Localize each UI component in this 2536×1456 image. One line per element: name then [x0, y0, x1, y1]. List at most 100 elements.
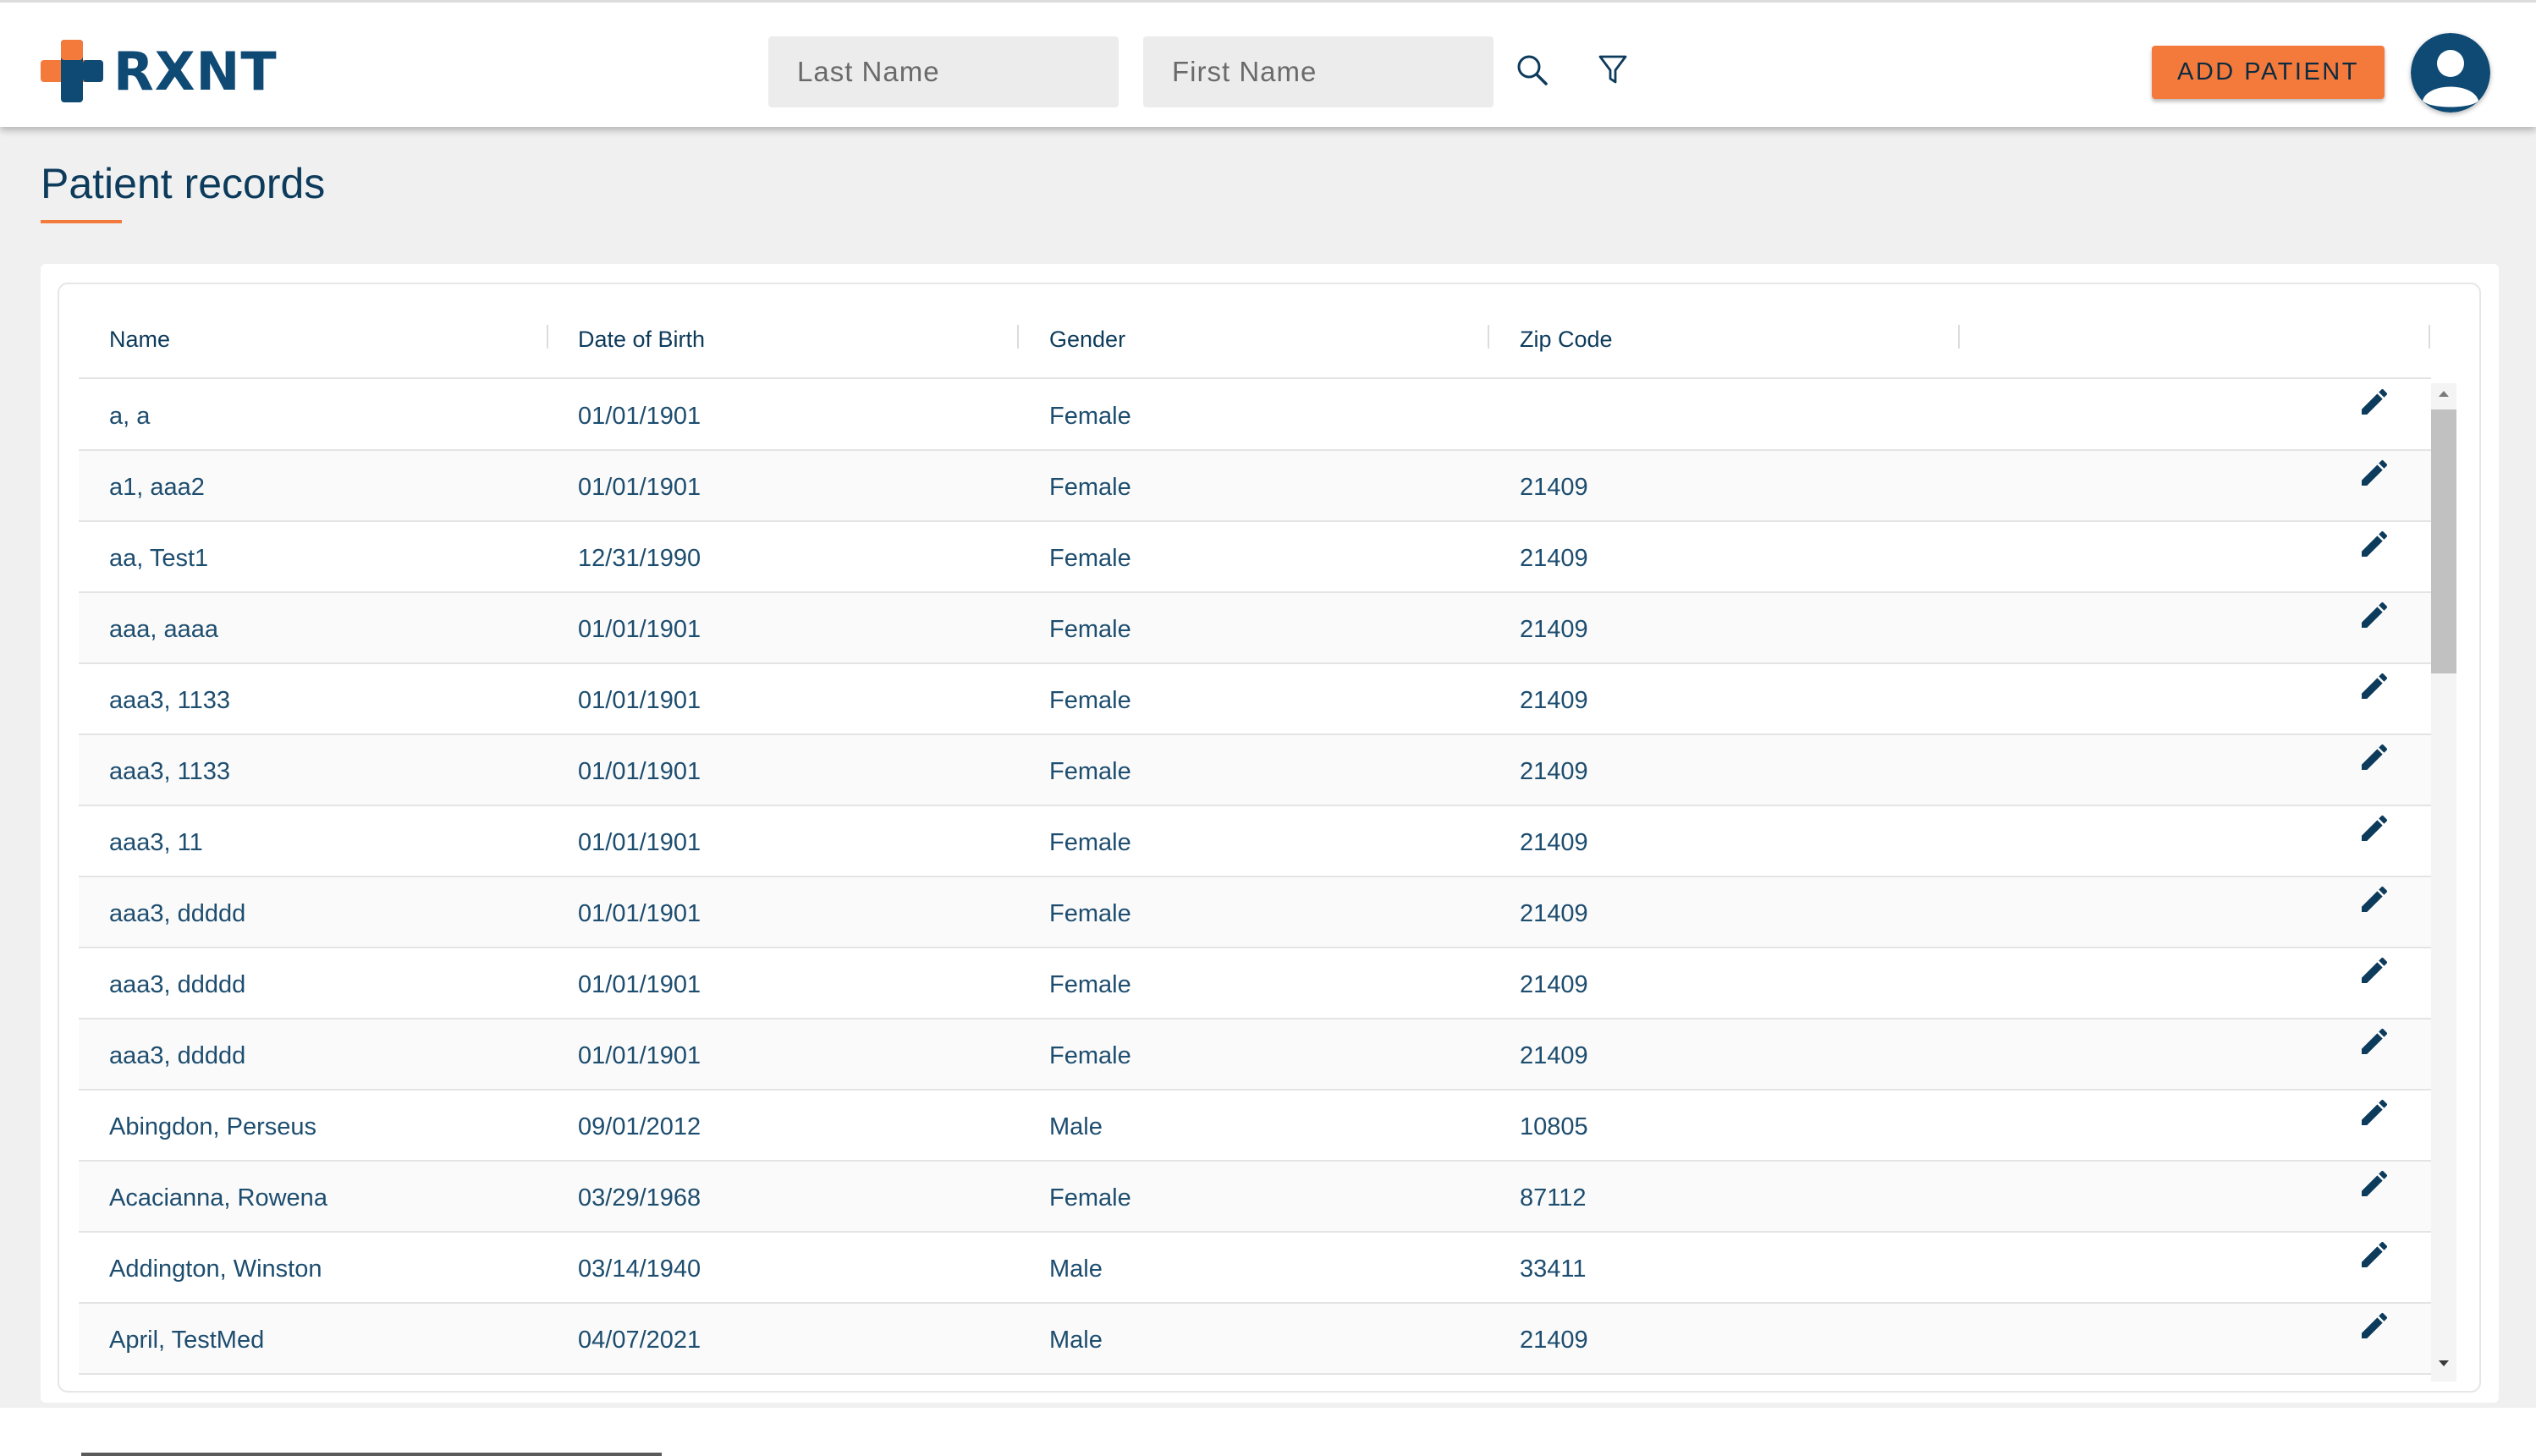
cell-zip: 21409: [1520, 829, 1588, 856]
pencil-edit-icon[interactable]: [2357, 669, 2391, 703]
table-row[interactable]: aaa3, ddddd 01/01/1901 Female 21409: [79, 877, 2431, 948]
cell-dob: 01/01/1901: [578, 829, 701, 856]
cell-zip: 21409: [1520, 687, 1588, 714]
cell-dob: 03/14/1940: [578, 1255, 701, 1283]
cell-dob: 01/01/1901: [578, 687, 701, 714]
table-row[interactable]: a1, aaa2 01/01/1901 Female 21409: [79, 451, 2431, 522]
cell-gender: Female: [1049, 1042, 1131, 1069]
first-name-input[interactable]: [1143, 36, 1494, 107]
pencil-edit-icon[interactable]: [2357, 882, 2391, 916]
cell-name: a1, aaa2: [109, 474, 205, 501]
table-row[interactable]: Addington, Winston 03/14/1940 Male 33411: [79, 1233, 2431, 1304]
page-title: Patient records: [41, 160, 326, 207]
cell-dob: 01/01/1901: [578, 758, 701, 785]
cell-name: Abingdon, Perseus: [109, 1113, 317, 1140]
pencil-edit-icon[interactable]: [2357, 1025, 2391, 1058]
cell-gender: Female: [1049, 687, 1131, 714]
cell-zip: 21409: [1520, 545, 1588, 572]
table-row[interactable]: April, TestMed 04/07/2021 Male 21409: [79, 1304, 2431, 1375]
cell-name: aaa3, ddddd: [109, 900, 246, 927]
cell-gender: Female: [1049, 545, 1131, 572]
pencil-edit-icon[interactable]: [2357, 811, 2391, 845]
logo-text: RXNT: [113, 40, 278, 102]
cell-gender: Female: [1049, 971, 1131, 998]
cell-zip: 21409: [1520, 474, 1588, 501]
cell-dob: 01/01/1901: [578, 1042, 701, 1069]
table-row[interactable]: aaa, aaaa 01/01/1901 Female 21409: [79, 593, 2431, 664]
pencil-edit-icon[interactable]: [2357, 740, 2391, 774]
cell-name: aaa3, 11: [109, 829, 203, 856]
pencil-edit-icon[interactable]: [2357, 598, 2391, 632]
cell-gender: Female: [1049, 403, 1131, 430]
cell-name: a, a: [109, 403, 151, 430]
column-divider[interactable]: [547, 325, 548, 349]
scroll-down-arrow-icon[interactable]: [2431, 1355, 2456, 1372]
cell-gender: Female: [1049, 829, 1131, 856]
column-divider[interactable]: [1958, 325, 1960, 349]
cell-zip: 33411: [1520, 1255, 1587, 1283]
scroll-up-arrow-icon[interactable]: [2431, 385, 2456, 402]
pencil-edit-icon[interactable]: [2357, 953, 2391, 987]
table-row[interactable]: aaa3, ddddd 01/01/1901 Female 21409: [79, 948, 2431, 1019]
filter-icon[interactable]: [1589, 47, 1637, 94]
table-body: a, a 01/01/1901 Female a1, aaa2 01/01/1901 Fe…: [79, 380, 2431, 1375]
user-avatar-icon[interactable]: [2411, 33, 2490, 113]
cell-name: aaa3, ddddd: [109, 1042, 246, 1069]
table-row[interactable]: aaa3, 1133 01/01/1901 Female 21409: [79, 664, 2431, 735]
cell-gender: Male: [1049, 1255, 1103, 1283]
cell-zip: 87112: [1520, 1184, 1587, 1212]
pencil-edit-icon[interactable]: [2357, 1096, 2391, 1129]
table-row[interactable]: aaa3, 1133 01/01/1901 Female 21409: [79, 735, 2431, 806]
cell-gender: Female: [1049, 1184, 1131, 1212]
table-row[interactable]: Abingdon, Perseus 09/01/2012 Male 10805: [79, 1091, 2431, 1162]
table-row[interactable]: aaa3, 11 01/01/1901 Female 21409: [79, 806, 2431, 877]
cell-zip: 21409: [1520, 971, 1588, 998]
pencil-edit-icon[interactable]: [2357, 527, 2391, 561]
table-header: Name Date of Birth Gender Zip Code: [79, 306, 2431, 379]
column-divider[interactable]: [1488, 325, 1489, 349]
cell-name: Addington, Winston: [109, 1255, 322, 1283]
last-name-input[interactable]: [768, 36, 1119, 107]
column-divider[interactable]: [2429, 325, 2430, 349]
rxnt-logo[interactable]: RXNT: [41, 40, 278, 102]
table-row[interactable]: aaa3, ddddd 01/01/1901 Female 21409: [79, 1019, 2431, 1091]
add-patient-button[interactable]: ADD PATIENT: [2152, 46, 2385, 99]
column-header-name[interactable]: Name: [109, 306, 170, 377]
cell-dob: 01/01/1901: [578, 971, 701, 998]
cell-gender: Female: [1049, 900, 1131, 927]
cell-dob: 03/29/1968: [578, 1184, 701, 1212]
column-divider[interactable]: [1017, 325, 1019, 349]
search-icon[interactable]: [1509, 47, 1556, 94]
table-row[interactable]: a, a 01/01/1901 Female: [79, 380, 2431, 451]
cell-name: aaa3, ddddd: [109, 971, 246, 998]
table-row[interactable]: Acacianna, Rowena 03/29/1968 Female 87112: [79, 1162, 2431, 1233]
cell-gender: Male: [1049, 1113, 1103, 1140]
table-row[interactable]: aa, Test1 12/31/1990 Female 21409: [79, 522, 2431, 593]
cell-gender: Female: [1049, 474, 1131, 501]
cell-gender: Female: [1049, 758, 1131, 785]
cell-name: aaa, aaaa: [109, 616, 219, 643]
pencil-edit-icon[interactable]: [2357, 1167, 2391, 1201]
pencil-edit-icon[interactable]: [2357, 385, 2391, 419]
cell-dob: 04/07/2021: [578, 1327, 701, 1354]
cell-dob: 01/01/1901: [578, 616, 701, 643]
cell-zip: 21409: [1520, 758, 1588, 785]
cell-dob: 01/01/1901: [578, 900, 701, 927]
pencil-edit-icon[interactable]: [2357, 1238, 2391, 1272]
scrollbar-thumb[interactable]: [2431, 409, 2456, 673]
column-header-zip[interactable]: Zip Code: [1520, 306, 1613, 377]
cell-dob: 01/01/1901: [578, 403, 701, 430]
cell-zip: 21409: [1520, 1042, 1588, 1069]
pencil-edit-icon[interactable]: [2357, 456, 2391, 490]
column-header-dob[interactable]: Date of Birth: [578, 306, 705, 377]
column-header-gender[interactable]: Gender: [1049, 306, 1125, 377]
cell-dob: 01/01/1901: [578, 474, 701, 501]
pencil-edit-icon[interactable]: [2357, 1309, 2391, 1343]
cell-gender: Female: [1049, 616, 1131, 643]
top-bar: RXNT ADD PATIENT: [0, 0, 2536, 127]
cell-name: Acacianna, Rowena: [109, 1184, 327, 1212]
bottom-divider: [81, 1453, 662, 1456]
cell-dob: 12/31/1990: [578, 545, 701, 572]
bottom-strip: [0, 1408, 2536, 1456]
cell-name: aaa3, 1133: [109, 687, 230, 714]
